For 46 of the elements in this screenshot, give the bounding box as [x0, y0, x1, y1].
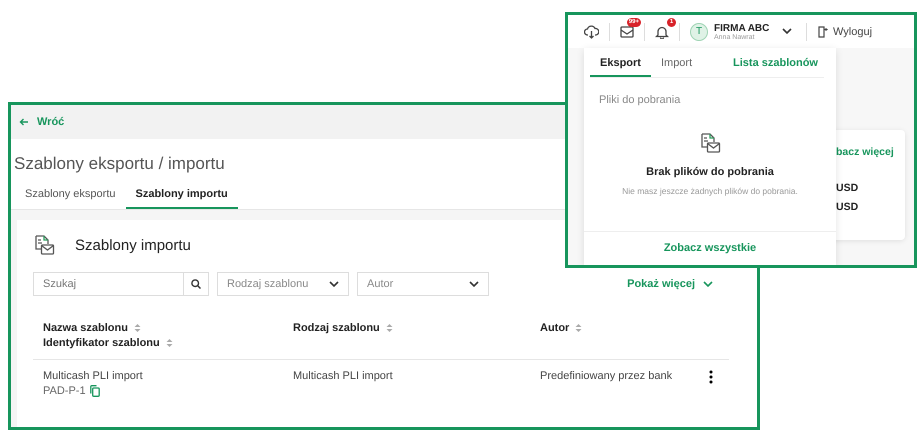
chevron-down-icon[interactable] [782, 28, 792, 35]
column-header: Nazwa szablonu [43, 322, 128, 334]
chevron-down-icon [703, 280, 713, 288]
avatar: T [690, 22, 708, 40]
show-more-link[interactable]: Pokaż więcej [627, 278, 713, 290]
table-cell: PAD-P-1 [43, 385, 86, 397]
section-title: Szablony importu [75, 236, 191, 254]
cloud-arrow-icon[interactable] [584, 24, 599, 38]
column-header: Rodzaj szablonu [293, 322, 380, 334]
mail-icon[interactable] [620, 24, 634, 38]
tab[interactable]: Eksport [590, 57, 651, 77]
search-icon [191, 279, 201, 289]
chevron-down-icon [329, 280, 339, 288]
tab[interactable]: Import [650, 57, 702, 77]
document-envelope-icon [33, 234, 55, 256]
column-header: Identyfikator szablonu [43, 337, 160, 349]
page-title: Szablony eksportu / importu [14, 154, 225, 174]
see-all-link[interactable]: Zobacz wszystkie [584, 231, 836, 265]
bell-icon[interactable] [655, 24, 669, 38]
empty-title: Brak plików do pobrania [646, 166, 774, 178]
search-button[interactable] [183, 272, 209, 296]
templates-list-link[interactable]: Lista szablonów [733, 57, 818, 77]
back-arrow-icon [19, 118, 29, 126]
search-field[interactable]: Szukaj [33, 272, 183, 296]
dropdown-placeholder: Rodzaj szablonu [227, 278, 308, 290]
door-icon [817, 26, 829, 38]
copy-icon[interactable] [90, 385, 100, 397]
column-header: Autor [540, 322, 570, 334]
tab[interactable]: Szablony eksportu [15, 188, 126, 209]
more-options-icon[interactable] [709, 370, 713, 384]
dropdown-placeholder: Autor [367, 278, 394, 290]
see-more-link[interactable]: bacz więcej [836, 146, 905, 158]
table-cell-text: Multicash PLI import [293, 370, 394, 384]
back-link[interactable]: Wróć [19, 116, 64, 128]
amount-text: USD [836, 182, 860, 194]
chevron-down-icon [469, 280, 479, 288]
table-cell-text: Predefiniowany przez bank [540, 370, 674, 384]
table-cell-text: Multicash PLI import [43, 370, 144, 382]
document-envelope-icon [699, 132, 721, 154]
amount-text: USD [836, 201, 860, 213]
dropdown-field[interactable]: Autor [357, 272, 489, 296]
logout-link[interactable]: Wyloguj [817, 26, 872, 38]
section-label: Pliki do pobrania [599, 94, 682, 106]
empty-message: Nie masz jeszcze żadnych plików do pobrania. [622, 186, 798, 196]
company-name: FIRMA ABC [714, 22, 770, 34]
dropdown-field[interactable]: Rodzaj szablonu [217, 272, 349, 296]
